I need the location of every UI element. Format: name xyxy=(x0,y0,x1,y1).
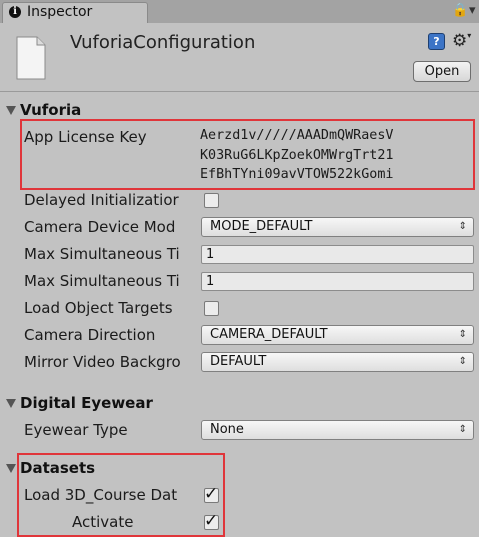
delayed-init-label: Delayed Initializatior xyxy=(24,191,179,209)
activate-checkbox[interactable]: ✓ xyxy=(204,511,219,531)
checkmark-icon: ✓ xyxy=(204,484,219,504)
object-name: VuforiaConfiguration xyxy=(70,32,256,53)
section-title: Datasets xyxy=(20,459,96,477)
tab-menu-icon[interactable]: ▾ xyxy=(469,3,476,18)
dropdown-arrows-icon: ⇕ xyxy=(458,356,467,367)
help-icon[interactable]: ? xyxy=(428,33,445,50)
eyewear-type-dropdown[interactable]: None ⇕ xyxy=(201,420,474,440)
open-button[interactable]: Open xyxy=(413,61,471,82)
load-dataset-checkbox[interactable]: ✓ xyxy=(204,484,219,504)
foldout-arrow-icon xyxy=(6,399,16,408)
section-title: Digital Eyewear xyxy=(20,394,153,412)
max-targets-field[interactable]: 1 xyxy=(201,245,474,264)
dropdown-value: DEFAULT xyxy=(210,354,267,369)
load-dataset-label: Load 3D_Course Dat xyxy=(24,486,178,504)
lock-icon[interactable]: 🔒 xyxy=(452,3,468,18)
camera-direction-label: Camera Direction xyxy=(24,326,156,344)
tab-bar: i Inspector 🔒 ▾ xyxy=(0,0,479,23)
max-targets-label: Max Simultaneous Ti xyxy=(24,245,180,263)
mirror-video-dropdown[interactable]: DEFAULT ⇕ xyxy=(201,352,474,372)
tab-label: Inspector xyxy=(27,4,93,20)
camera-direction-dropdown[interactable]: CAMERA_DEFAULT ⇕ xyxy=(201,325,474,345)
inspector-header: VuforiaConfiguration ? ⚙▾ Open xyxy=(0,23,479,92)
tab-inspector[interactable]: i Inspector xyxy=(2,2,148,23)
max-objects-field[interactable]: 1 xyxy=(201,272,474,291)
license-line: K03RuG6LKpZoekOMWrgTrt21 xyxy=(200,147,394,163)
gear-icon[interactable]: ⚙▾ xyxy=(452,31,471,51)
foldout-arrow-icon xyxy=(6,464,16,473)
license-key-label: App License Key xyxy=(24,128,147,146)
delayed-init-checkbox[interactable] xyxy=(204,193,219,208)
license-line: Aerzd1v/////AAADmQWRaesV xyxy=(200,128,394,143)
section-title: Vuforia xyxy=(20,101,82,119)
dropdown-arrows-icon: ⇕ xyxy=(458,424,467,435)
dropdown-arrows-icon: ⇕ xyxy=(458,329,467,340)
max-objects-label: Max Simultaneous Ti xyxy=(24,272,180,290)
license-key-field[interactable]: Aerzd1v/////AAADmQWRaesV K03RuG6LKpZoekO… xyxy=(200,125,472,188)
dropdown-value: CAMERA_DEFAULT xyxy=(210,327,328,342)
load-object-targets-label: Load Object Targets xyxy=(24,299,173,317)
dropdown-value: MODE_DEFAULT xyxy=(210,219,313,234)
dropdown-value: None xyxy=(210,422,244,437)
checkmark-icon: ✓ xyxy=(204,511,219,531)
info-icon: i xyxy=(9,6,21,18)
activate-label: Activate xyxy=(72,513,134,531)
load-object-targets-checkbox[interactable] xyxy=(204,301,219,316)
foldout-arrow-icon xyxy=(6,106,16,115)
dropdown-arrows-icon: ⇕ xyxy=(458,221,467,232)
eyewear-type-label: Eyewear Type xyxy=(24,421,128,439)
camera-mode-label: Camera Device Mod xyxy=(24,218,176,236)
license-line: EfBhTYni09avVTOW522kGomi xyxy=(200,167,394,182)
camera-mode-dropdown[interactable]: MODE_DEFAULT ⇕ xyxy=(201,217,474,237)
mirror-video-label: Mirror Video Backgro xyxy=(24,353,181,371)
file-icon xyxy=(16,36,46,80)
